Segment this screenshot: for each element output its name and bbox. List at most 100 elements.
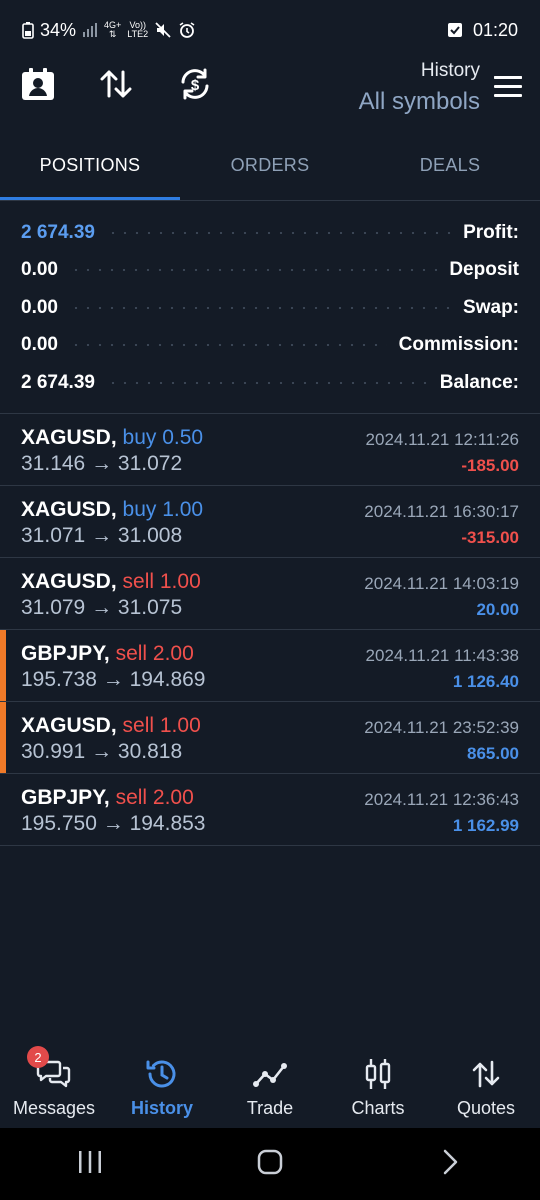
deposit-value: 0.00 <box>21 259 58 281</box>
deal-side: sell 2.00 <box>115 786 194 809</box>
deal-prices: 31.071 → 31.008 <box>21 524 183 547</box>
deal-prices: 30.991 → 30.818 <box>21 740 183 763</box>
summary-deposit-row: 0.00 Deposit <box>0 252 540 290</box>
list-item[interactable]: XAGUSD, buy 1.00 31.071 → 31.008 2024.11… <box>0 486 540 558</box>
deal-side: sell 1.00 <box>122 714 201 737</box>
nav-label: Quotes <box>456 1098 516 1118</box>
nav-label: Charts <box>351 1098 405 1118</box>
deal-symbol: XAGUSD, <box>21 426 117 449</box>
dotted-leader <box>69 344 387 347</box>
tab-orders[interactable]: ORDERS <box>180 130 360 200</box>
profit-label: Profit: <box>463 221 519 243</box>
position-marker <box>0 702 6 773</box>
deal-side: buy 1.00 <box>122 498 204 521</box>
deal-side: sell 2.00 <box>115 642 194 665</box>
nav-history[interactable]: History <box>108 1040 216 1128</box>
profit-value: 2 674.39 <box>21 221 95 243</box>
alarm-icon <box>178 21 196 39</box>
svg-text:$: $ <box>191 77 200 94</box>
nav-label: History <box>130 1098 193 1118</box>
deal-profit: -315.00 <box>461 528 519 547</box>
commission-label: Commission: <box>398 334 519 356</box>
deal-side: sell 1.00 <box>122 570 201 593</box>
list-item[interactable]: XAGUSD, sell 1.00 30.991 → 30.818 2024.1… <box>0 702 540 774</box>
deal-symbol: GBPJPY, <box>21 642 110 665</box>
swap-label: Swap: <box>463 296 519 318</box>
battery-saver-icon <box>22 21 34 39</box>
mute-icon <box>154 21 172 39</box>
balance-label: Balance: <box>439 371 519 393</box>
positions-list: XAGUSD, buy 0.50 31.146 → 31.072 2024.11… <box>0 414 540 846</box>
history-tabs: POSITIONS ORDERS DEALS <box>0 130 540 200</box>
nav-quotes[interactable]: Quotes <box>432 1040 540 1128</box>
nav-label: Messages <box>12 1098 96 1118</box>
tab-positions[interactable]: POSITIONS <box>0 130 180 200</box>
summary-swap-row: 0.00 Swap: <box>0 289 540 327</box>
status-bar: 34% 4G+ ⇅ Vo)) LTE2 01:20 <box>0 0 540 60</box>
tab-deals[interactable]: DEALS <box>360 130 540 200</box>
nav-messages[interactable]: 2 Messages <box>0 1040 108 1128</box>
clock: 01:20 <box>472 19 518 40</box>
menu-button[interactable] <box>494 76 522 98</box>
deal-time: 2024.11.21 14:03:19 <box>364 574 519 593</box>
trader-account-button[interactable] <box>18 66 58 106</box>
bottom-navigation: 2 Messages History Trade Charts Quotes <box>0 1040 540 1128</box>
deal-profit: 20.00 <box>476 600 519 619</box>
swap-value: 0.00 <box>21 296 58 318</box>
deal-time: 2024.11.21 23:52:39 <box>364 718 519 737</box>
deal-time: 2024.11.21 12:11:26 <box>365 430 519 449</box>
home-button[interactable] <box>240 1144 300 1184</box>
deal-profit: 1 126.40 <box>452 672 519 691</box>
balance-value: 2 674.39 <box>21 371 95 393</box>
hamburger-icon <box>494 76 522 97</box>
recent-apps-button[interactable] <box>60 1144 120 1184</box>
tabs-divider <box>0 200 540 201</box>
list-item[interactable]: XAGUSD, sell 1.00 31.079 → 31.075 2024.1… <box>0 558 540 630</box>
deal-symbol: XAGUSD, <box>21 498 117 521</box>
summary-commission-row: 0.00 Commission: <box>0 327 540 365</box>
deal-symbol: GBPJPY, <box>21 786 110 809</box>
charts-icon <box>360 1056 396 1092</box>
deal-profit: 865.00 <box>467 744 519 763</box>
recent-apps-icon <box>76 1149 104 1180</box>
deal-side: buy 0.50 <box>122 426 204 449</box>
nav-label: Trade <box>246 1098 294 1118</box>
history-header[interactable]: History All symbols <box>359 60 480 116</box>
currency-refresh-icon: $ <box>177 66 213 107</box>
sort-button[interactable] <box>96 66 136 106</box>
deal-time: 2024.11.21 12:36:43 <box>364 790 519 809</box>
signal-icon <box>82 22 98 38</box>
volte-indicator: Vo)) LTE2 <box>127 20 149 39</box>
dotted-leader <box>69 306 452 309</box>
deal-prices: 195.738 → 194.869 <box>21 668 206 691</box>
deal-profit: -185.00 <box>461 456 519 475</box>
system-navigation-bar <box>0 1128 540 1200</box>
list-item[interactable]: GBPJPY, sell 2.00 195.738 → 194.869 2024… <box>0 630 540 702</box>
deal-time: 2024.11.21 11:43:38 <box>365 646 519 665</box>
dotted-leader <box>106 381 428 384</box>
trade-icon <box>252 1056 288 1092</box>
nav-charts[interactable]: Charts <box>324 1040 432 1128</box>
quotes-icon <box>468 1056 504 1092</box>
list-item[interactable]: XAGUSD, buy 0.50 31.146 → 31.072 2024.11… <box>0 414 540 486</box>
deal-symbol: XAGUSD, <box>21 570 117 593</box>
chevron-right-icon <box>440 1148 460 1181</box>
history-icon <box>144 1056 180 1092</box>
dotted-leader <box>106 231 452 234</box>
page-title: History <box>420 60 480 81</box>
deal-symbol: XAGUSD, <box>21 714 117 737</box>
notification-check-icon <box>447 22 463 38</box>
nav-trade[interactable]: Trade <box>216 1040 324 1128</box>
dotted-leader <box>69 269 438 272</box>
commission-value: 0.00 <box>21 334 58 356</box>
account-card-icon <box>20 66 56 107</box>
sort-arrows-icon <box>98 66 134 107</box>
deal-prices: 31.079 → 31.075 <box>21 596 183 619</box>
symbol-filter[interactable]: All symbols <box>359 88 480 116</box>
list-item[interactable]: GBPJPY, sell 2.00 195.750 → 194.853 2024… <box>0 774 540 846</box>
period-button[interactable]: $ <box>175 66 215 106</box>
deal-prices: 195.750 → 194.853 <box>21 812 206 835</box>
top-toolbar: $ History All symbols <box>0 60 540 124</box>
back-button[interactable] <box>420 1144 480 1184</box>
summary-profit-row: 2 674.39 Profit: <box>0 214 540 252</box>
